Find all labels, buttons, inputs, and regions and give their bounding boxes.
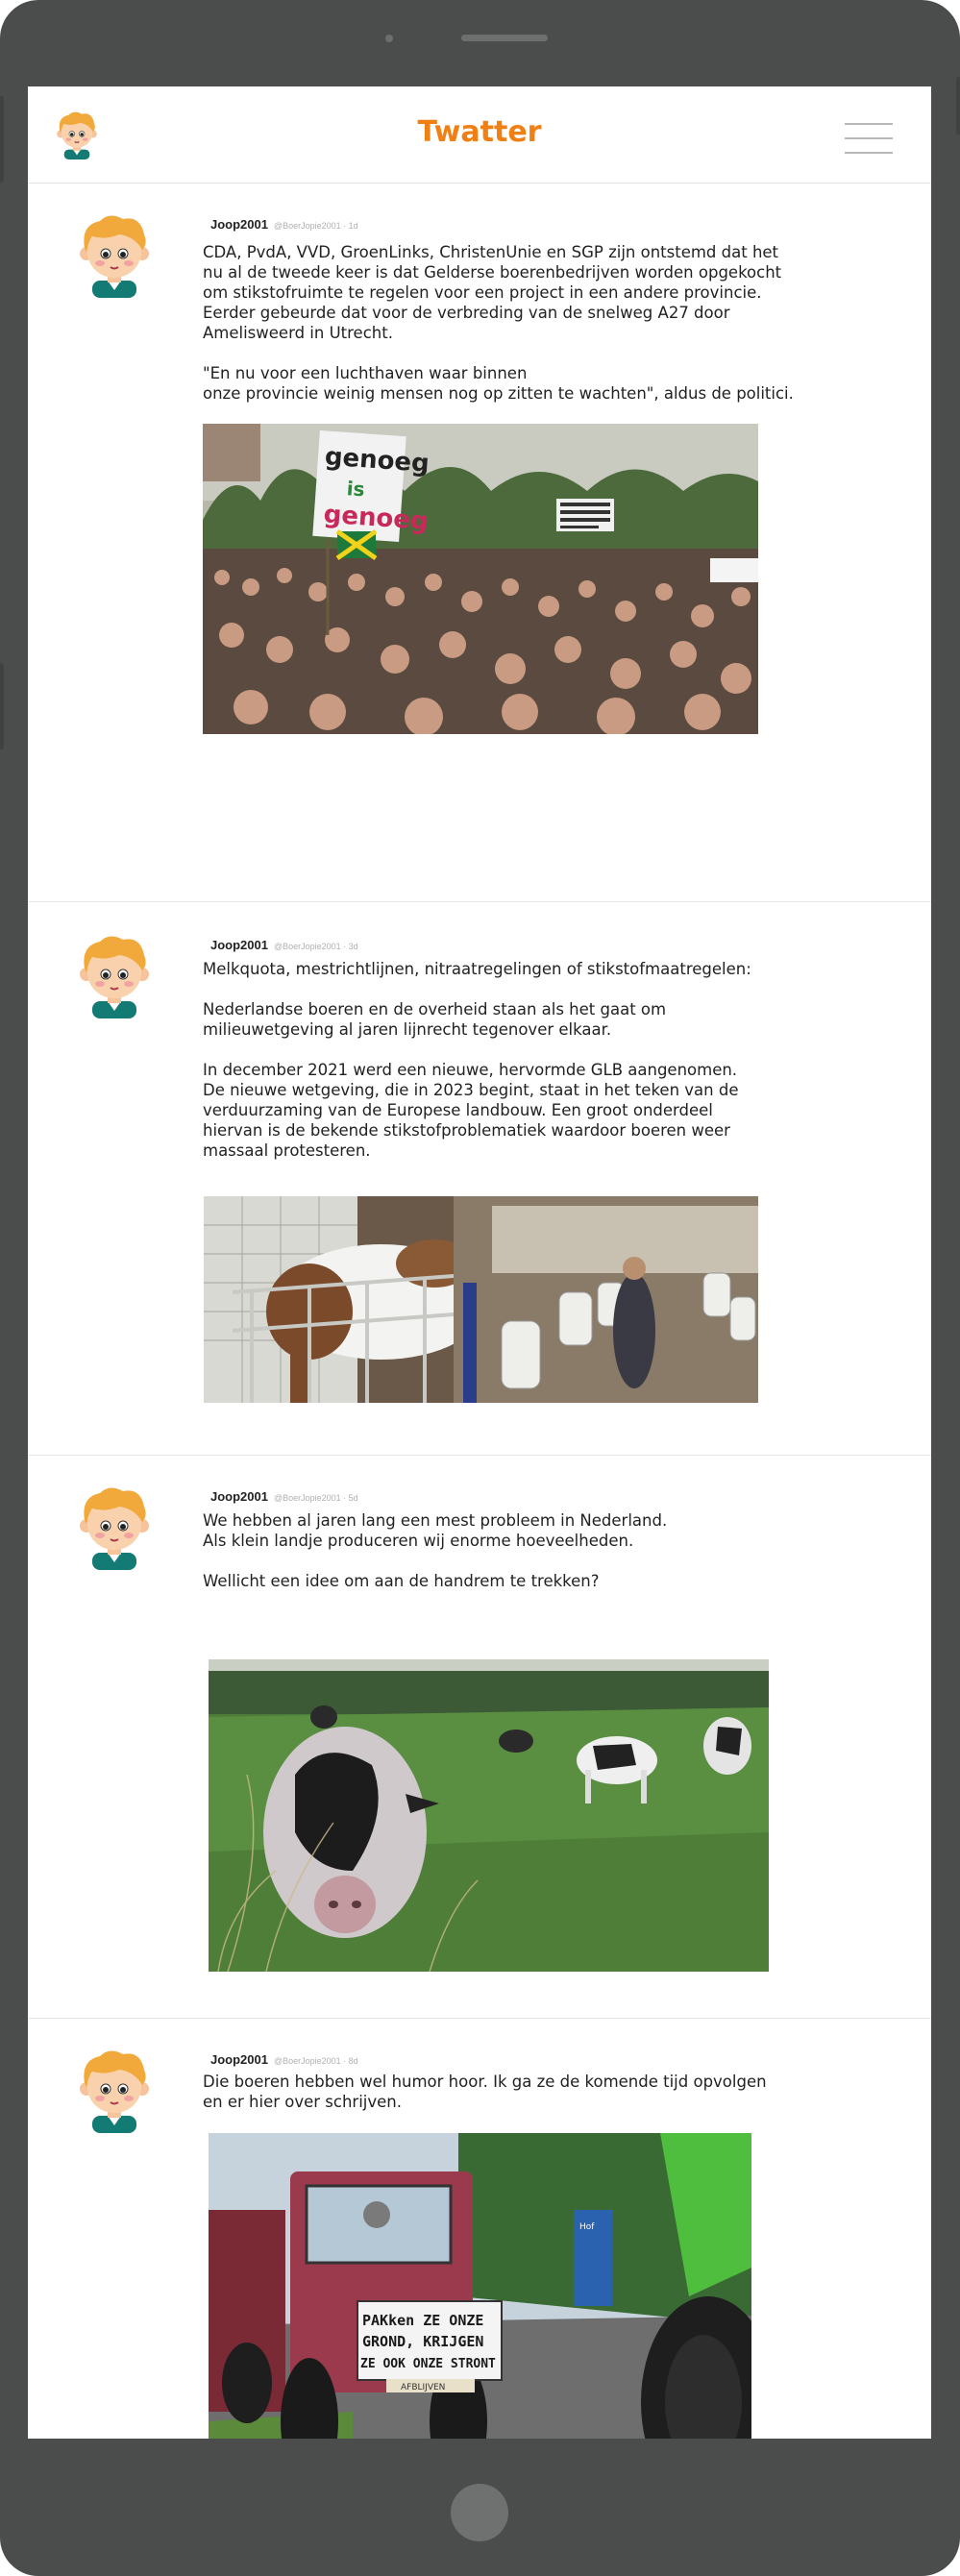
home-button[interactable]: [451, 2484, 508, 2541]
post-3: Joop2001 @BoerJopie2001 · 5d We hebben al…: [28, 1455, 931, 2019]
post-meta: Joop2001 @BoerJopie2001 · 1d: [210, 217, 358, 232]
app-title: Twatter: [417, 115, 542, 149]
post-text: CDA, PvdA, VVD, GroenLinks, ChristenUnie…: [203, 243, 794, 403]
power-button: [0, 663, 4, 749]
svg-text:PAKken ZE ONZE: PAKken ZE ONZE: [362, 2312, 483, 2329]
username[interactable]: Joop2001: [210, 1489, 268, 1504]
username[interactable]: Joop2001: [210, 217, 268, 232]
handle: @BoerJopie2001 · 5d: [273, 1493, 358, 1503]
speaker: [461, 35, 548, 41]
post-text: Die boeren hebben wel humor hoor. Ik ga …: [203, 2073, 767, 2111]
svg-text:is: is: [346, 477, 365, 501]
handle: @BoerJopie2001 · 8d: [273, 2056, 358, 2066]
svg-text:GROND, KRIJGEN: GROND, KRIJGEN: [362, 2333, 483, 2350]
svg-text:ZE OOK ONZE STRONT: ZE OOK ONZE STRONT: [360, 2357, 496, 2371]
post-meta: Joop2001 @BoerJopie2001 · 3d: [210, 938, 358, 952]
top-bar: Twatter: [28, 86, 931, 184]
side-button: [956, 77, 960, 135]
post-1: Joop2001 @BoerJopie2001 · 1d CDA, PvdA, V…: [28, 183, 931, 902]
protest-crowd-photo[interactable]: genoeg is genoeg: [203, 424, 758, 734]
post-text: Melkquota, mestrichtlijnen, nitraatregel…: [203, 960, 751, 1160]
hamburger-menu-icon[interactable]: [845, 123, 893, 161]
svg-text:Hof: Hof: [579, 2222, 595, 2232]
post-text: We hebben al jaren lang een mest problee…: [203, 1511, 668, 1590]
svg-text:AFBLIJVEN: AFBLIJVEN: [401, 2383, 445, 2392]
username[interactable]: Joop2001: [210, 938, 268, 952]
tablet-frame: Twatter Joop2001 @BoerJopie2001 · 1d CDA…: [0, 0, 960, 2576]
user-avatar-icon[interactable]: [71, 932, 158, 1018]
milking-parlour-photo[interactable]: [204, 1196, 758, 1403]
post-meta: Joop2001 @BoerJopie2001 · 5d: [210, 1489, 358, 1504]
volume-button: [0, 96, 4, 183]
post-2: Joop2001 @BoerJopie2001 · 3d Melkquota, m…: [28, 901, 931, 1456]
post-4: Joop2001 @BoerJopie2001 · 8d Die boeren h…: [28, 2018, 931, 2439]
user-avatar-icon[interactable]: [71, 211, 158, 298]
tractor-protest-photo[interactable]: Hof PAKken ZE ONZE GROND, KRIJGEN ZE OOK…: [209, 2133, 751, 2439]
post-meta: Joop2001 @BoerJopie2001 · 8d: [210, 2052, 358, 2067]
cows-in-field-photo[interactable]: [209, 1659, 769, 1972]
app-screen: Twatter Joop2001 @BoerJopie2001 · 1d CDA…: [28, 86, 931, 2439]
handle: @BoerJopie2001 · 1d: [273, 221, 358, 231]
camera: [385, 35, 393, 42]
handle: @BoerJopie2001 · 3d: [273, 942, 358, 951]
user-avatar-icon[interactable]: [71, 1484, 158, 1570]
username[interactable]: Joop2001: [210, 2052, 268, 2067]
user-avatar-icon[interactable]: [71, 2047, 158, 2133]
